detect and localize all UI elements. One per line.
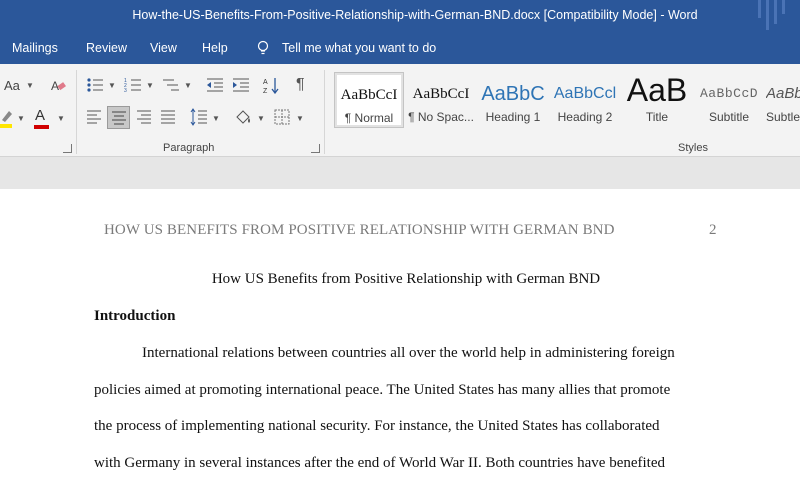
bullets-icon[interactable] [86, 77, 104, 93]
body-line[interactable]: the process of implementing national sec… [94, 418, 660, 435]
style-name: Heading 2 [557, 110, 613, 124]
running-head[interactable]: HOW US BENEFITS FROM POSITIVE RELATIONSH… [104, 222, 615, 239]
align-center-icon [112, 111, 126, 125]
svg-text:A: A [263, 79, 268, 86]
tab-review[interactable]: Review [86, 41, 127, 55]
tab-help[interactable]: Help [202, 41, 228, 55]
chevron-down-icon[interactable]: ▼ [57, 114, 65, 123]
body-line[interactable]: with Germany in several instances after … [94, 455, 665, 472]
style-sample: AaBbCcI [412, 86, 470, 102]
align-right-icon[interactable] [136, 110, 152, 124]
section-heading[interactable]: Introduction [94, 308, 175, 325]
style-name: Title [645, 110, 669, 124]
style-heading-2[interactable]: AaBbCcl Heading 2 [550, 72, 620, 128]
font-color-button[interactable]: A [35, 108, 45, 124]
borders-icon[interactable] [274, 109, 290, 125]
style-no-spacing[interactable]: AaBbCcI ¶ No Spac... [406, 72, 476, 128]
body-line[interactable]: International relations between countrie… [142, 345, 675, 362]
window-title: How-the-US-Benefits-From-Positive-Relati… [132, 8, 698, 22]
page-number: 2 [709, 222, 717, 238]
style-sample: AaBbCcI [340, 87, 398, 103]
tell-me-search[interactable]: Tell me what you want to do [282, 41, 436, 55]
title-bar: How-the-US-Benefits-From-Positive-Relati… [0, 0, 800, 33]
style-sample: AaBbCcl [553, 85, 617, 102]
chevron-down-icon[interactable]: ▼ [17, 114, 25, 123]
change-case-button[interactable]: Aa [4, 78, 20, 94]
svg-text:Z: Z [263, 88, 268, 94]
chevron-down-icon[interactable]: ▼ [108, 81, 116, 90]
paragraph-dialog-launcher-icon[interactable] [311, 144, 320, 153]
style-sample: AaBbC [481, 83, 545, 105]
style-name: Subtitle [708, 110, 750, 124]
chevron-down-icon[interactable]: ▼ [296, 114, 304, 123]
clear-formatting-icon[interactable]: A [50, 77, 66, 93]
style-name: Subtle [766, 110, 800, 124]
font-dialog-launcher-icon[interactable] [63, 144, 72, 153]
chevron-down-icon[interactable]: ▼ [26, 81, 34, 90]
tab-view[interactable]: View [150, 41, 177, 55]
chevron-down-icon[interactable]: ▼ [184, 81, 192, 90]
chevron-down-icon[interactable]: ▼ [257, 114, 265, 123]
justify-icon[interactable] [160, 110, 176, 124]
numbering-icon[interactable]: 1 2 3 [124, 77, 142, 93]
ribbon-tabs: Mailings Review View Help Tell me what y… [0, 33, 800, 64]
document-page[interactable]: HOW US BENEFITS FROM POSITIVE RELATIONSH… [0, 189, 800, 483]
style-heading-1[interactable]: AaBbC Heading 1 [478, 72, 548, 128]
align-center-button[interactable] [107, 106, 130, 129]
brand-pattern [756, 0, 792, 33]
document-title[interactable]: How US Benefits from Positive Relationsh… [0, 271, 800, 288]
tab-mailings[interactable]: Mailings [12, 41, 58, 55]
svg-text:3: 3 [124, 88, 127, 93]
ribbon: Aa ▼ A ▼ A ▼ ▼ 1 2 3 ▼ ▼ AZ ¶ ▼ ▼ ▼ Para… [0, 64, 800, 157]
style-subtle-emphasis[interactable]: AaBb Subtle [766, 72, 800, 128]
style-subtitle[interactable]: AaBbCcD Subtitle [694, 72, 764, 128]
style-title[interactable]: AaB Title [622, 72, 692, 128]
style-sample: AaBb [766, 85, 800, 102]
align-left-icon[interactable] [86, 110, 102, 124]
increase-indent-icon[interactable] [232, 77, 250, 93]
body-line[interactable]: policies aimed at promoting internationa… [94, 382, 670, 399]
decrease-indent-icon[interactable] [206, 77, 224, 93]
show-formatting-marks-icon[interactable]: ¶ [296, 77, 305, 93]
multilevel-list-icon[interactable] [162, 77, 180, 93]
style-name: ¶ Normal [344, 111, 394, 125]
group-divider [76, 70, 77, 154]
lightbulb-icon[interactable] [256, 40, 270, 56]
group-divider [324, 70, 325, 154]
line-spacing-icon[interactable] [190, 108, 208, 126]
style-normal[interactable]: AaBbCcI ¶ Normal [334, 72, 404, 128]
style-name: ¶ No Spac... [408, 110, 474, 124]
sort-icon[interactable]: AZ [263, 76, 281, 94]
font-color-swatch [34, 125, 49, 129]
chevron-down-icon[interactable]: ▼ [212, 114, 220, 123]
chevron-down-icon[interactable]: ▼ [146, 81, 154, 90]
style-sample: AaBbCcD [699, 86, 759, 101]
ruler-area [0, 157, 800, 189]
highlight-icon[interactable] [0, 108, 14, 128]
style-name: Heading 1 [485, 110, 541, 124]
paragraph-group-label: Paragraph [163, 142, 215, 154]
style-sample: AaB [626, 72, 688, 108]
shading-icon[interactable] [234, 108, 252, 126]
styles-group-label: Styles [678, 142, 708, 154]
